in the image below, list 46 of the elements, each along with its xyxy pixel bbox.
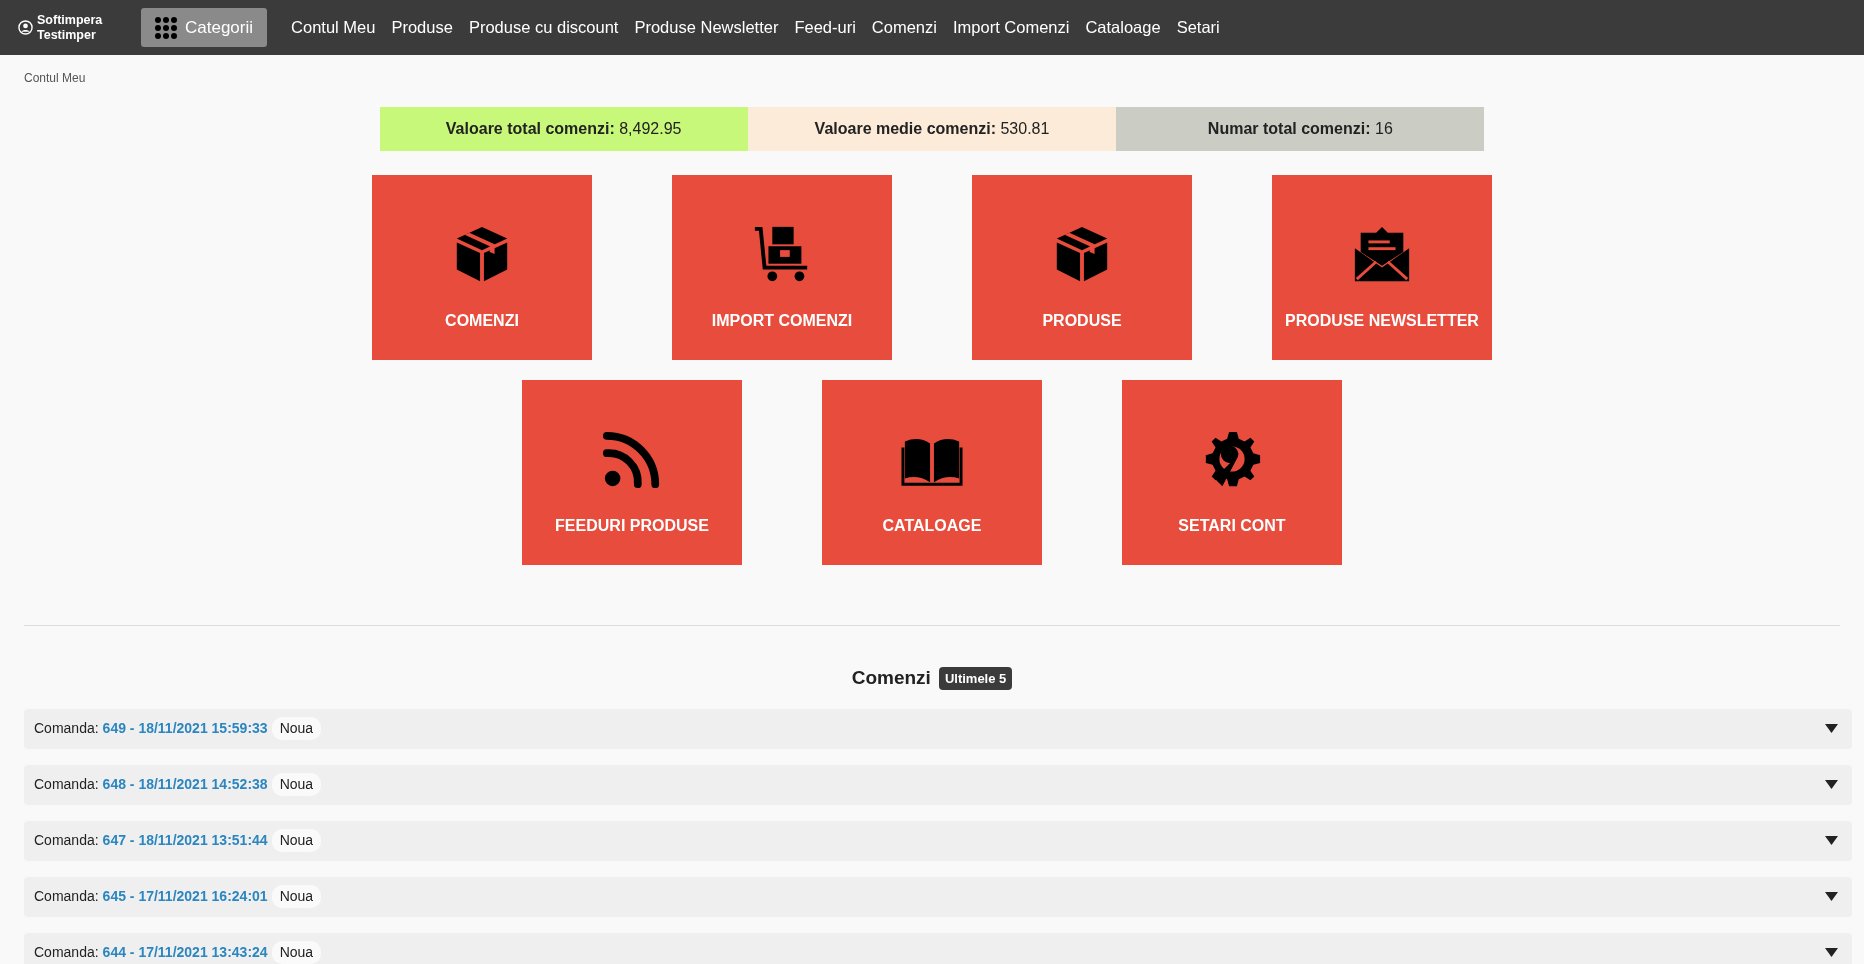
order-row[interactable]: Comanda: 644 - 17/11/2021 13:43:24 Noua [24, 932, 1852, 964]
menu-tile[interactable]: COMENZI [372, 175, 592, 360]
caret-icon[interactable] [1825, 780, 1838, 789]
menu-tile[interactable]: PRODUSE NEWSLETTER [1272, 175, 1492, 360]
order-label: Comanda: [34, 887, 99, 906]
order-link[interactable]: 645 - 17/11/2021 16:24:01 [102, 886, 268, 907]
menu-tile[interactable]: PRODUSE [972, 175, 1192, 360]
caret-icon[interactable] [1825, 948, 1838, 957]
order-label: Comanda: [34, 719, 99, 738]
caret-icon[interactable] [1825, 724, 1838, 733]
user-name[interactable]: Softimpera Testimper [37, 13, 117, 42]
status-badge: Noua [271, 941, 322, 964]
section-title: Comenzi [851, 666, 931, 690]
order-label: Comanda: [34, 775, 99, 794]
stat-text: Valoare total comenzi: 8,492.95 [445, 119, 682, 139]
status-badge: Noua [271, 773, 322, 796]
nav-link[interactable]: Produse Newsletter [634, 15, 779, 40]
stat-text: Numar total comenzi: 16 [1207, 119, 1393, 139]
breadcrumb[interactable]: Contul Meu [0, 55, 1864, 87]
order-row[interactable]: Comanda: 645 - 17/11/2021 16:24:01 Noua [24, 876, 1852, 917]
nav-link[interactable]: Setari [1176, 15, 1220, 40]
order-row[interactable]: Comanda: 648 - 18/11/2021 14:52:38 Noua [24, 764, 1852, 805]
nav-link[interactable]: Produse [391, 15, 453, 40]
order-label: Comanda: [34, 831, 99, 850]
status-badge: Noua [271, 717, 322, 740]
order-row[interactable]: Comanda: 647 - 18/11/2021 13:51:44 Noua [24, 820, 1852, 861]
nav-link[interactable]: Import Comenzi [952, 15, 1070, 40]
menu-tile[interactable]: FEEDURI PRODUSE [522, 380, 742, 565]
order-row[interactable]: Comanda: 649 - 18/11/2021 15:59:33 Noua [24, 708, 1852, 749]
grid-icon [155, 16, 177, 39]
order-label: Comanda: [34, 943, 99, 962]
status-badge: Noua [271, 829, 322, 852]
nav-link[interactable]: Comenzi [871, 15, 937, 40]
nav-link[interactable]: Contul Meu [291, 15, 376, 40]
nav-link[interactable]: Cataloage [1085, 15, 1161, 40]
menu-tile[interactable]: IMPORT COMENZI [672, 175, 892, 360]
nav-link[interactable]: Feed-uri [794, 15, 856, 40]
caret-icon[interactable] [1825, 892, 1838, 901]
caret-icon[interactable] [1825, 836, 1838, 845]
status-badge: Noua [271, 885, 322, 908]
user-icon [18, 20, 33, 35]
count-badge: Ultimele 5 [938, 666, 1013, 690]
menu-tile[interactable]: SETARI CONT [1122, 380, 1342, 565]
stat-text: Valoare medie comenzi: 530.81 [814, 119, 1050, 139]
menu-tile[interactable]: CATALOAGE [822, 380, 1042, 565]
nav-link[interactable]: Produse cu discount [468, 15, 619, 40]
